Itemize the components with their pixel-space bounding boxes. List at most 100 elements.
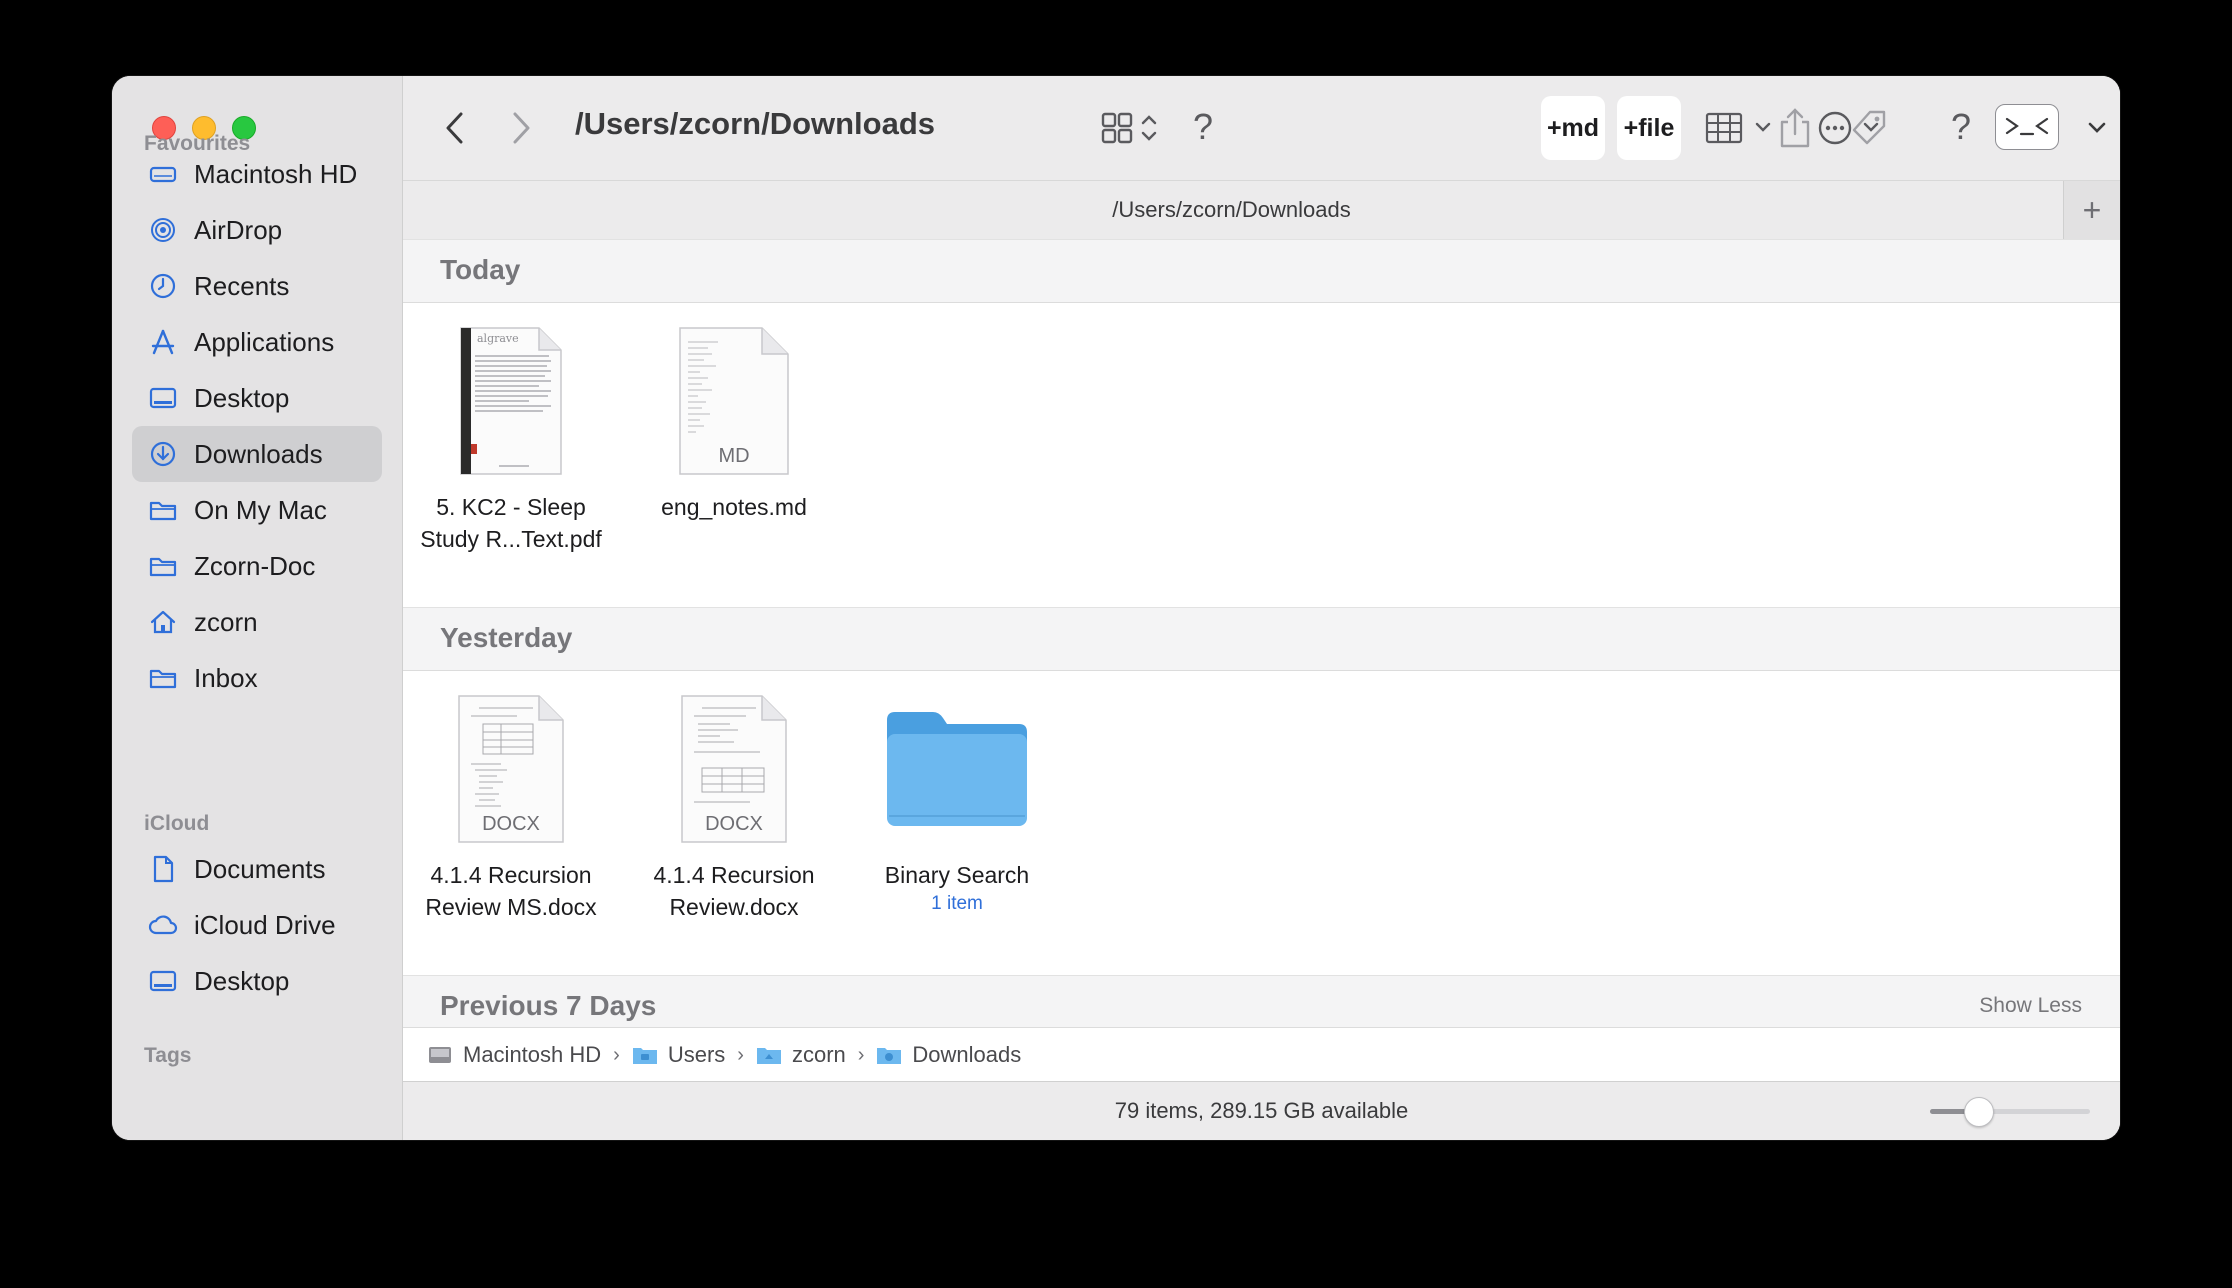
- show-less-button[interactable]: Show Less: [1979, 994, 2082, 1018]
- sidebar-item-recents[interactable]: Recents: [132, 258, 382, 314]
- sidebar-item-zcorn-doc[interactable]: Zcorn-Doc: [132, 538, 382, 594]
- tag-icon: [1852, 110, 1886, 145]
- desktop-icon: [146, 964, 180, 998]
- cloud-icon: [146, 908, 180, 942]
- path-bar: Macintosh HD › Users › zcorn › Downloads: [403, 1027, 2120, 1082]
- sidebar-item-macintosh-hd[interactable]: Macintosh HD: [132, 146, 382, 202]
- sidebar-item-airdrop[interactable]: AirDrop: [132, 202, 382, 258]
- new-file-button[interactable]: +file: [1617, 96, 1681, 160]
- sidebar-item-label: Desktop: [194, 382, 290, 413]
- sidebar-item-documents[interactable]: Documents: [132, 841, 382, 897]
- folder-icon: [146, 549, 180, 583]
- tag-button[interactable]: [1845, 104, 1893, 152]
- drive-icon: [146, 157, 180, 191]
- airdrop-icon: [146, 213, 180, 247]
- file-item[interactable]: MD eng_notes.md: [629, 311, 839, 523]
- chevron-right-icon: [513, 112, 530, 144]
- path-separator: ›: [737, 1043, 744, 1066]
- pdf-thumbnail-icon: algrave: [406, 311, 616, 491]
- sidebar-item-label: AirDrop: [194, 214, 283, 245]
- file-name: Review.docx: [669, 894, 799, 920]
- group-by-button[interactable]: [1703, 106, 1779, 150]
- status-bar: 79 items, 289.15 GB available: [403, 1081, 2120, 1140]
- sidebar-item-label: iCloud Drive: [194, 909, 336, 940]
- sidebar-item-desktop[interactable]: Desktop: [132, 370, 382, 426]
- docx-file-icon: DOCX: [629, 679, 839, 859]
- grid-view-icon: [1101, 112, 1157, 144]
- view-mode-button[interactable]: [1099, 104, 1171, 152]
- sidebar-item-on-my-mac[interactable]: On My Mac: [132, 482, 382, 538]
- group-icon: [1705, 112, 1771, 144]
- sidebar-item-icloud-drive[interactable]: iCloud Drive: [132, 897, 382, 953]
- sidebar-section-icloud: iCloud: [144, 812, 210, 835]
- tab-current[interactable]: /Users/zcorn/Downloads: [403, 197, 2060, 223]
- forward-button[interactable]: [503, 110, 539, 146]
- file-item[interactable]: algrave 5. KC2 - Sleep Study R...Text.pd…: [406, 311, 616, 555]
- file-name: 4.1.4 Recursion: [653, 862, 815, 888]
- finder-window: Favourites Macintosh HD AirDrop Recents …: [112, 76, 2120, 1140]
- folder-icon: [146, 493, 180, 527]
- sidebar-item-downloads[interactable]: Downloads: [132, 426, 382, 482]
- group-header-previous-7-days: Previous 7 Days Show Less: [403, 975, 2120, 1027]
- file-name: 5. KC2 - Sleep: [436, 494, 586, 520]
- path-separator: ›: [857, 1043, 865, 1066]
- terminal-icon: [2005, 117, 2049, 136]
- sidebar-item-label: Desktop: [194, 965, 290, 996]
- help-button[interactable]: ?: [1183, 102, 1223, 152]
- main-pane: /Users/zcorn/Downloads ? +md +file ? /Us…: [403, 76, 2120, 1140]
- path-crumb-label: Users: [667, 1042, 726, 1067]
- sidebar-item-label: On My Mac: [194, 494, 327, 525]
- file-name: 4.1.4 Recursion: [430, 862, 592, 888]
- drive-icon: [429, 1047, 451, 1063]
- desktop-icon: [146, 381, 180, 415]
- tab-bar: /Users/zcorn/Downloads +: [403, 180, 2120, 240]
- download-icon: [146, 437, 180, 471]
- folder-item[interactable]: Binary Search 1 item: [852, 679, 1062, 917]
- group-header-today: Today: [403, 239, 2120, 303]
- path-crumb-label: Macintosh HD: [463, 1042, 602, 1067]
- sidebar-section-tags: Tags: [144, 1044, 192, 1067]
- terminal-button[interactable]: [1995, 104, 2059, 150]
- icon-size-slider[interactable]: [1930, 1097, 2090, 1127]
- chevron-down-icon: [2088, 122, 2106, 133]
- help-button-secondary[interactable]: ?: [1941, 102, 1981, 152]
- share-button[interactable]: [1771, 102, 1819, 154]
- share-icon: [1780, 108, 1810, 148]
- path-separator: ›: [613, 1043, 620, 1066]
- clock-icon: [146, 269, 180, 303]
- sidebar-item-label: Downloads: [194, 438, 323, 469]
- new-md-button[interactable]: +md: [1541, 96, 1605, 160]
- group-header-yesterday: Yesterday: [403, 607, 2120, 671]
- sidebar-item-label: Documents: [194, 853, 326, 884]
- group-title: Yesterday: [440, 622, 573, 653]
- file-browser: Today algrave 5. KC2 - Sleep Study R...T…: [403, 239, 2120, 1027]
- file-name: eng_notes.md: [661, 494, 807, 520]
- sidebar-item-inbox[interactable]: Inbox: [132, 650, 382, 706]
- home-folder-icon: [756, 1048, 781, 1064]
- sidebar-item-label: Applications: [194, 326, 335, 357]
- downloads-folder-icon: [877, 1048, 902, 1064]
- folder-icon: [852, 679, 1062, 859]
- path-crumb-zcorn[interactable]: zcorn: [756, 1042, 846, 1068]
- group-title: Today: [440, 254, 521, 285]
- folder-icon: [632, 1048, 657, 1064]
- sidebar: Favourites Macintosh HD AirDrop Recents …: [112, 76, 403, 1140]
- more-chevron-button[interactable]: [2079, 110, 2115, 146]
- file-item[interactable]: DOCX 4.1.4 Recursion Review MS.docx: [406, 679, 616, 923]
- path-crumb-downloads[interactable]: Downloads: [876, 1042, 1021, 1068]
- folder-item-count: 1 item: [931, 893, 983, 914]
- home-icon: [146, 605, 180, 639]
- sidebar-item-label: Zcorn-Doc: [194, 550, 316, 581]
- path-crumb-macintosh-hd[interactable]: Macintosh HD: [427, 1042, 601, 1068]
- window-title: /Users/zcorn/Downloads: [575, 106, 936, 141]
- file-name: Study R...Text.pdf: [420, 526, 602, 552]
- slider-knob[interactable]: [1964, 1097, 1994, 1127]
- path-crumb-users[interactable]: Users: [632, 1042, 725, 1068]
- new-tab-button[interactable]: +: [2063, 181, 2120, 239]
- folder-name: Binary Search: [884, 862, 1030, 888]
- sidebar-item-icloud-desktop[interactable]: Desktop: [132, 953, 382, 1009]
- back-button[interactable]: [437, 110, 473, 146]
- sidebar-item-zcorn[interactable]: zcorn: [132, 594, 382, 650]
- file-item[interactable]: DOCX 4.1.4 Recursion Review.docx: [629, 679, 839, 923]
- sidebar-item-applications[interactable]: Applications: [132, 314, 382, 370]
